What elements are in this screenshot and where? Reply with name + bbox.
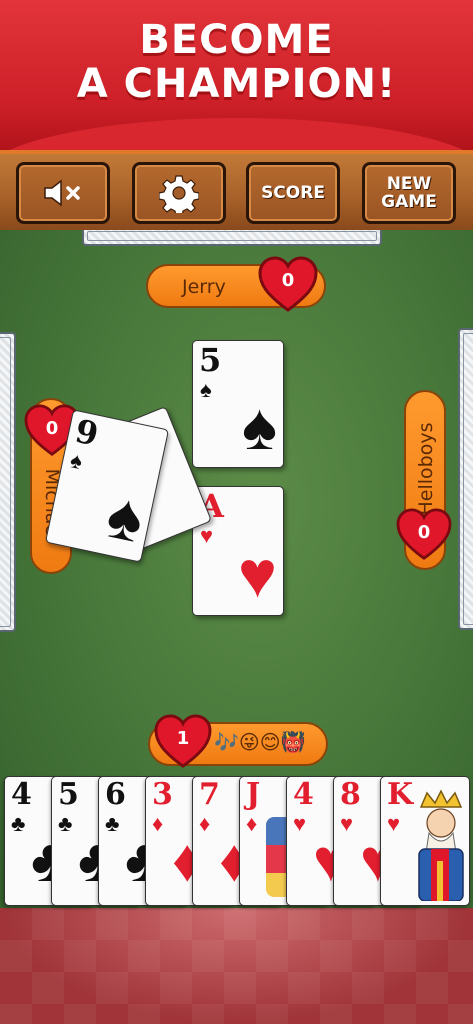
- spade-icon: ♠: [100, 476, 151, 557]
- diamond-icon: ♦: [152, 811, 164, 836]
- settings-button[interactable]: [132, 162, 226, 224]
- card-rank: 7: [199, 777, 220, 812]
- promo-banner: BECOME A CHAMPION!: [0, 0, 473, 178]
- diamond-icon: ♦: [246, 811, 258, 836]
- king-face-art: [415, 789, 465, 902]
- speaker-mute-icon: [41, 178, 85, 208]
- heart-suit-icon: ♥: [293, 811, 307, 836]
- right-player-name: Helloboys: [415, 422, 437, 516]
- card-rank: 3: [152, 777, 173, 812]
- heart-suit-icon: ♥: [387, 811, 401, 836]
- new-game-label: NEW GAME: [381, 175, 437, 211]
- card-rank: J: [246, 777, 261, 812]
- my-score-heart: 1: [154, 714, 212, 770]
- diamond-icon: ♦: [199, 811, 211, 836]
- bottom-backdrop: [0, 908, 473, 1024]
- new-game-button[interactable]: NEW GAME: [362, 162, 456, 224]
- card-rank: 9: [71, 411, 102, 454]
- banner-line-2: A CHAMPION!: [76, 61, 397, 107]
- top-player-score: 0: [281, 270, 295, 291]
- card-rank: K: [387, 777, 414, 812]
- club-icon: ♣: [105, 811, 120, 836]
- spade-icon: ♠: [241, 389, 277, 463]
- gear-icon: [159, 173, 199, 213]
- card-back: [458, 328, 473, 630]
- right-player-score-heart: 0: [396, 508, 452, 562]
- emoji-reactions[interactable]: 🎶😜😊👹: [214, 730, 306, 754]
- card-rank: 5: [199, 341, 222, 379]
- banner-title: BECOME A CHAMPION!: [0, 18, 473, 106]
- new-game-line-1: NEW: [386, 174, 432, 194]
- top-player-score-heart: 0: [258, 256, 318, 314]
- heart-suit-icon: ♥: [237, 537, 277, 611]
- mute-button[interactable]: [16, 162, 110, 224]
- card-rank: 4: [293, 777, 314, 812]
- card-back: [0, 332, 16, 632]
- score-label: SCORE: [261, 183, 325, 203]
- my-score: 1: [176, 728, 190, 749]
- game-toolbar: SCORE NEW GAME: [0, 150, 473, 230]
- club-icon: ♣: [58, 811, 73, 836]
- right-player-score: 0: [417, 522, 431, 543]
- card-rank: 4: [11, 777, 32, 812]
- hand-card[interactable]: K ♥: [380, 776, 470, 906]
- card-rank: 5: [58, 777, 79, 812]
- card-rank: 8: [340, 777, 361, 812]
- trick-card-top: 5 ♠ ♠: [192, 340, 284, 468]
- heart-suit-icon: ♥: [340, 811, 354, 836]
- spade-icon: ♠: [200, 377, 212, 402]
- club-icon: ♣: [11, 811, 26, 836]
- new-game-line-2: GAME: [381, 192, 437, 212]
- spade-icon: ♠: [68, 447, 85, 475]
- heart-suit-icon: ♥: [200, 523, 214, 548]
- score-button[interactable]: SCORE: [246, 162, 340, 224]
- banner-line-1: BECOME: [139, 17, 334, 63]
- card-rank: 6: [105, 777, 126, 812]
- top-player-name: Jerry: [182, 276, 226, 298]
